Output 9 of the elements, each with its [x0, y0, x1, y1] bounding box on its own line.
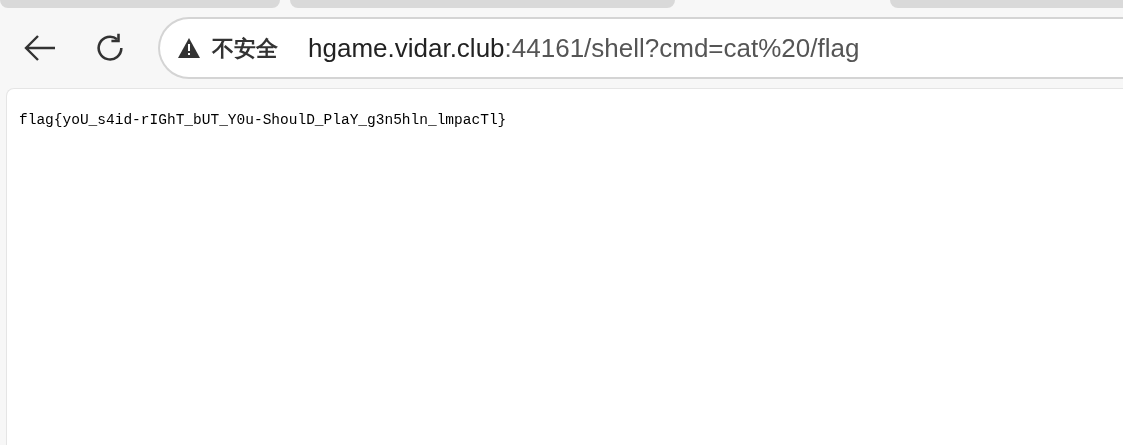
security-label: 不安全: [212, 34, 278, 63]
browser-tab[interactable]: [0, 0, 280, 8]
address-bar[interactable]: 不安全 hgame.vidar.club:44161/shell?cmd=cat%20/flag: [158, 17, 1123, 79]
browser-tab[interactable]: [890, 0, 1123, 8]
back-icon: [23, 33, 57, 63]
warning-icon: [178, 38, 200, 58]
page-text: flag{yoU_s4id-rIGhT_bUT_Y0u-ShoulD_PlaY_g3n5hln_lmpacTl}: [19, 111, 508, 130]
url-text: hgame.vidar.club:44161/shell?cmd=cat%20/flag: [308, 31, 860, 65]
browser-tab[interactable]: [290, 0, 675, 8]
